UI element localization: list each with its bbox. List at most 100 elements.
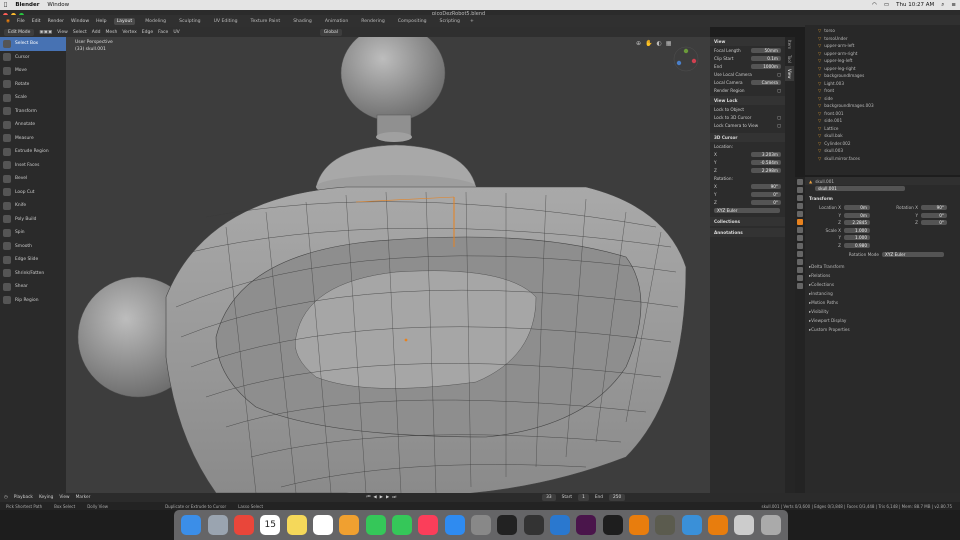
menu-edit[interactable]: Edit (32, 19, 41, 24)
outliner-item[interactable]: ▽ upper-arm-right (815, 50, 960, 58)
collections-header[interactable]: Collections (710, 217, 785, 226)
outliner-item[interactable]: ▽ upper-leg-right (815, 65, 960, 73)
menu-face[interactable]: Face (158, 30, 168, 35)
unity-icon[interactable] (523, 515, 544, 535)
outliner-item[interactable]: ▽ torso (815, 27, 960, 35)
outliner-item[interactable]: ▽ Lattice (815, 125, 960, 133)
tab-item[interactable]: Item (785, 37, 794, 52)
property-tab-icon[interactable] (797, 195, 803, 201)
rotation-mode-field[interactable]: XYZ Euler (882, 252, 944, 258)
tool-move[interactable]: Move (0, 64, 66, 78)
rot-x-field[interactable]: 90° (921, 205, 947, 211)
tool-rotate[interactable]: Rotate (0, 78, 66, 92)
jump-end-icon[interactable]: ⏭ (392, 495, 396, 500)
clip-end-field[interactable]: 1000m (751, 63, 781, 69)
control-center-icon[interactable]: ≡ (951, 2, 956, 8)
tab-rendering[interactable]: Rendering (358, 18, 387, 25)
tool-loop-cut[interactable]: Loop Cut (0, 186, 66, 200)
outliner-item[interactable]: ▽ Cylinder.002 (815, 140, 960, 148)
current-frame-field[interactable]: 33 (542, 494, 556, 501)
app-menu[interactable]: Blender (15, 2, 39, 8)
rot-y-field[interactable]: 0° (921, 212, 947, 218)
property-section[interactable]: ▸ Delta Transform (805, 262, 960, 271)
tool-knife[interactable]: Knife (0, 199, 66, 213)
folder-icon[interactable] (681, 515, 702, 535)
menu-timeline-view[interactable]: View (59, 495, 69, 500)
outliner-item[interactable]: ▽ Light.003 (815, 80, 960, 88)
loc-z-field[interactable]: 2.2845 (844, 220, 870, 226)
lock-camera-checkbox[interactable]: ▢ (777, 123, 781, 128)
transform-section[interactable]: Transform (805, 195, 960, 203)
tool-bevel[interactable]: Bevel (0, 172, 66, 186)
property-section[interactable]: ▸ Relations (805, 271, 960, 280)
mode-selector[interactable]: Edit Mode (4, 28, 35, 36)
cursor-z-field[interactable]: 2.298m (751, 167, 781, 173)
tool-annotate[interactable]: Annotate (0, 118, 66, 132)
tab-compositing[interactable]: Compositing (395, 18, 430, 25)
blender-logo-icon[interactable]: ◉ (6, 19, 10, 24)
blender-alt-icon[interactable] (708, 515, 729, 535)
reminders-icon[interactable] (312, 515, 333, 535)
menu-edge[interactable]: Edge (142, 30, 153, 35)
outliner-item[interactable]: ▽ skull.mirror.faces (815, 155, 960, 163)
end-frame-field[interactable]: 250 (609, 494, 626, 501)
cursor-y-field[interactable]: -0.584m (751, 159, 781, 165)
timeline-editor-icon[interactable]: ◷ (4, 495, 8, 500)
cursor-rot-x-field[interactable]: 90° (751, 183, 781, 189)
property-section[interactable]: ▸ Motion Paths (805, 298, 960, 307)
tool-measure[interactable]: Measure (0, 132, 66, 146)
launchpad-icon[interactable] (207, 515, 228, 535)
tab-animation[interactable]: Animation (322, 18, 351, 25)
menu-file[interactable]: File (17, 19, 25, 24)
tab-sculpting[interactable]: Sculpting (176, 18, 203, 25)
outliner-item[interactable]: ▽ skull.003 (815, 147, 960, 155)
tool-transform[interactable]: Transform (0, 105, 66, 119)
menu-mesh[interactable]: Mesh (105, 30, 117, 35)
music-icon[interactable] (418, 515, 439, 535)
tool-smooth[interactable]: Smooth (0, 240, 66, 254)
property-section[interactable]: ▸ Custom Properties (805, 325, 960, 334)
tool-shrink-fatten[interactable]: Shrink/Fatten (0, 267, 66, 281)
focal-length-field[interactable]: 50mm (751, 47, 781, 53)
property-tab-icon[interactable] (797, 219, 803, 225)
tab-scripting[interactable]: Scripting (437, 18, 463, 25)
blender-icon[interactable] (629, 515, 650, 535)
add-workspace-icon[interactable]: + (470, 19, 474, 24)
calendar-icon[interactable]: 15 (260, 515, 281, 535)
menu-keying[interactable]: Keying (39, 495, 53, 500)
finder-icon[interactable] (181, 515, 202, 535)
outliner-item[interactable]: ▽ backgroundImages.003 (815, 102, 960, 110)
next-key-icon[interactable]: ▶ (386, 495, 389, 500)
vscode-icon[interactable] (549, 515, 570, 535)
notes-icon[interactable] (286, 515, 307, 535)
outliner-item[interactable]: ▽ side (815, 95, 960, 103)
tool-cursor[interactable]: Cursor (0, 51, 66, 65)
loc-y-field[interactable]: 0m (844, 212, 870, 218)
clock[interactable]: Thu 10:27 AM (896, 2, 934, 8)
view-lock-header[interactable]: View Lock (710, 96, 785, 105)
outliner-item[interactable]: ▽ front (815, 87, 960, 95)
tab-layout[interactable]: Layout (113, 17, 136, 25)
jump-start-icon[interactable]: ⏮ (366, 495, 370, 500)
photos-icon[interactable] (339, 515, 360, 535)
outliner-item[interactable]: ▽ upper-arm-left (815, 42, 960, 50)
tool-rip-region[interactable]: Rip Region (0, 294, 66, 308)
system-preferences-icon[interactable] (470, 515, 491, 535)
menu-uv[interactable]: UV (173, 30, 179, 35)
wifi-icon[interactable]: ◠ (872, 2, 877, 8)
3d-viewport[interactable]: User Perspective (33) skull.001 ⊕ ✋ ◐ ▦ (66, 37, 710, 493)
local-camera-field[interactable]: Camera (751, 79, 781, 85)
tool-edge-slide[interactable]: Edge Slide (0, 253, 66, 267)
tab-view[interactable]: View (785, 65, 794, 82)
property-tab-icon[interactable] (797, 227, 803, 233)
start-frame-field[interactable]: 1 (578, 494, 589, 501)
facetime-icon[interactable] (391, 515, 412, 535)
menu-view[interactable]: View (57, 30, 68, 35)
property-section[interactable]: ▸ Visibility (805, 307, 960, 316)
menu-window[interactable]: Window (71, 19, 89, 24)
render-region-checkbox[interactable]: ▢ (777, 88, 781, 93)
view-section-header[interactable]: View (710, 37, 785, 46)
cursor-rotation-mode[interactable]: XYZ Euler (714, 207, 780, 213)
menu-render[interactable]: Render (48, 19, 64, 24)
property-tab-icon[interactable] (797, 235, 803, 241)
